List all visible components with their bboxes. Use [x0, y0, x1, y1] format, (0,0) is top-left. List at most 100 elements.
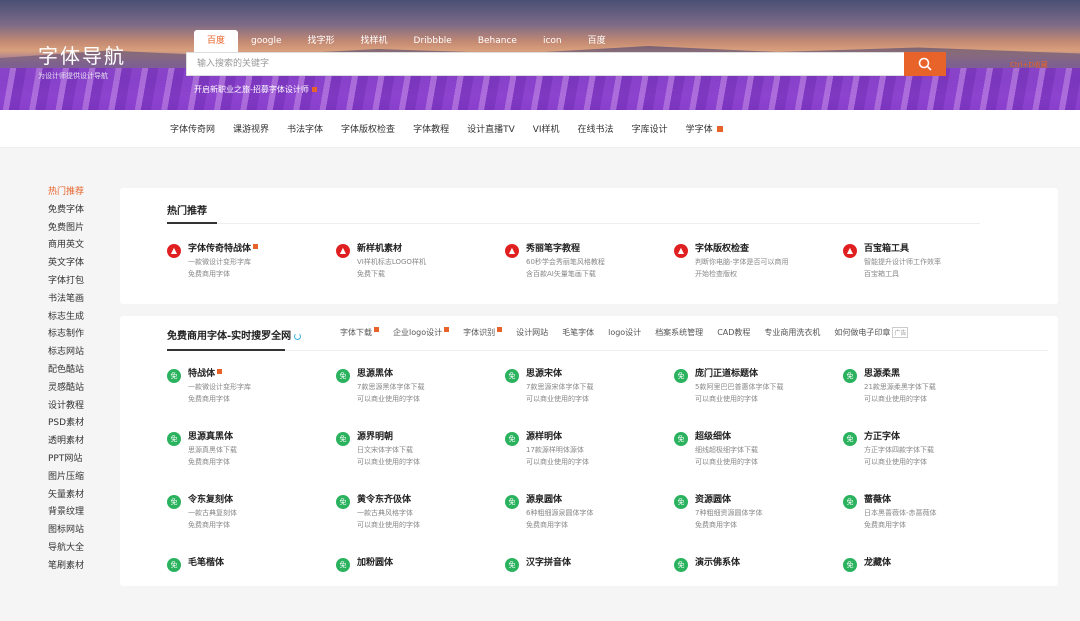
sidebar-item[interactable]: 导航大全: [48, 540, 108, 558]
hot-item[interactable]: ▲ 新样机素材 VI样机标志LOGO样机 免费下载: [336, 244, 505, 279]
search-input[interactable]: 输入搜索的关键字: [186, 52, 906, 76]
hot-item[interactable]: ▲ 百宝箱工具 智能提升设计师工作效率 百宝箱工具: [843, 244, 1012, 279]
font-name-text: 思源黑体: [357, 369, 394, 379]
sidebar-item[interactable]: 标志制作: [48, 326, 108, 344]
nav-item[interactable]: VI样机: [533, 122, 560, 135]
font-item[interactable]: 免演示佛系体: [674, 558, 843, 621]
sidebar-item[interactable]: 标志网站: [48, 344, 108, 362]
nav-item[interactable]: 课游视界: [233, 122, 269, 135]
search-button[interactable]: [904, 52, 946, 76]
hot-badge-icon: [253, 244, 259, 249]
search-tab-find-mockup[interactable]: 找样机: [348, 30, 401, 52]
top-nav: 字体传奇网 课游视界 书法字体 字体版权检查 字体教程 设计直播TV VI样机 …: [0, 110, 1080, 148]
item-desc: 60秒学会秀丽笔风格教程: [526, 258, 605, 266]
font-name-text: 源样明体: [526, 432, 563, 442]
sidebar-item[interactable]: PPT网站: [48, 451, 108, 469]
sidebar-item[interactable]: 免费字体: [48, 202, 108, 220]
free-tab[interactable]: 字体识别: [463, 327, 503, 338]
search-tab-find-font[interactable]: 找字形: [295, 30, 348, 52]
nav-item[interactable]: 设计直播TV: [467, 122, 515, 135]
free-tab[interactable]: 毛笔字体: [562, 327, 594, 338]
site-logo[interactable]: 字体导航 为设计师提供设计导航: [38, 40, 126, 81]
sidebar-item[interactable]: 免费图片: [48, 220, 108, 238]
sidebar-item[interactable]: 商用英文: [48, 237, 108, 255]
free-tab[interactable]: 专业商用洗衣机: [764, 327, 820, 338]
font-item[interactable]: 免源泉圆体 6种粗细源泉圆体字体 免费商用字体: [505, 495, 674, 558]
search-tab-behance[interactable]: Behance: [465, 30, 530, 52]
nav-item[interactable]: 字体教程: [413, 122, 449, 135]
font-item[interactable]: 免思源真黑体 思源真黑体下载 免费商用字体: [167, 432, 336, 495]
sidebar-item[interactable]: 矢量素材: [48, 487, 108, 505]
sidebar-item[interactable]: 书法笔画: [48, 291, 108, 309]
hot-item[interactable]: ▲ 字体版权检查 判断你电脑-字体是否可以商用 开始检查版权: [674, 244, 843, 279]
font-item[interactable]: 免黄令东齐伋体 一款古典风格字体 可以商业使用的字体: [336, 495, 505, 558]
free-icon: 免: [843, 369, 857, 383]
font-item[interactable]: 免加粉圆体: [336, 558, 505, 621]
nav-item[interactable]: 字库设计: [632, 122, 668, 135]
font-item[interactable]: 免思源黑体 7款思源黑体字体下载 可以商业使用的字体: [336, 369, 505, 432]
free-tab[interactable]: CAD教程: [717, 327, 750, 338]
font-item[interactable]: 免令东复刻体 一款古典复刻体 免费商用字体: [167, 495, 336, 558]
divider: [217, 223, 980, 224]
nav-item[interactable]: 书法字体: [287, 122, 323, 135]
font-item[interactable]: 免庞门正道标题体 5款阿里巴巴普惠体字体下载 可以商业使用的字体: [674, 369, 843, 432]
font-item[interactable]: 免龙藏体: [843, 558, 1012, 621]
item-desc: 智能提升设计师工作效率: [864, 258, 941, 266]
search-tab-google[interactable]: google: [238, 30, 294, 52]
hot-item[interactable]: ▲ 秀丽笔字教程 60秒学会秀丽笔风格教程 含百款AI矢量笔画下载: [505, 244, 674, 279]
sidebar-item[interactable]: 背景纹理: [48, 504, 108, 522]
sidebar-item[interactable]: 图片压缩: [48, 469, 108, 487]
ad-badge: 广告: [892, 327, 909, 338]
font-item[interactable]: 免汉字拼音体: [505, 558, 674, 621]
font-name: 毛笔楷体: [188, 558, 224, 569]
free-tab[interactable]: 字体下载: [340, 327, 379, 338]
sidebar-item-hot[interactable]: 热门推荐: [48, 184, 108, 202]
sidebar-item[interactable]: 配色酷站: [48, 362, 108, 380]
font-name: 庞门正道标题体: [695, 369, 783, 380]
sidebar-item[interactable]: 透明素材: [48, 433, 108, 451]
free-tab[interactable]: logo设计: [608, 327, 641, 338]
hot-item[interactable]: ▲ 字体传奇特战体 一款微设计变形字库 免费商用字体: [167, 244, 336, 279]
font-item[interactable]: 免源界明朝 日文宋体字体下载 可以商业使用的字体: [336, 432, 505, 495]
font-item[interactable]: 免资源圆体 7种粗细资源圆体字体 免费商用字体: [674, 495, 843, 558]
free-tab[interactable]: 设计网站: [516, 327, 548, 338]
sidebar-item[interactable]: 英文字体: [48, 255, 108, 273]
promo-link[interactable]: 开启新职业之旅-招募字体设计师: [194, 84, 317, 95]
sidebar-item[interactable]: PSD素材: [48, 415, 108, 433]
search-tab-icon[interactable]: icon: [530, 30, 575, 52]
refresh-icon[interactable]: [294, 332, 302, 340]
free-tab[interactable]: 如何做电子印章 广告: [834, 327, 909, 338]
item-desc: 判断你电脑-字体是否可以商用: [695, 258, 789, 266]
font-item[interactable]: 免特战体 一款微设计变形字库 免费商用字体: [167, 369, 336, 432]
font-item[interactable]: 免源样明体 17款源样明体源体 可以商业使用的字体: [505, 432, 674, 495]
sidebar-item[interactable]: 设计教程: [48, 398, 108, 416]
free-tab[interactable]: 档案系统管理: [655, 327, 703, 338]
sidebar-item[interactable]: 笔刷素材: [48, 558, 108, 576]
nav-item[interactable]: 字体传奇网: [170, 122, 215, 135]
font-item[interactable]: 免超级细体 细线超极细字体下载 可以商业使用的字体: [674, 432, 843, 495]
font-item[interactable]: 免毛笔楷体: [167, 558, 336, 621]
font-item[interactable]: 免思源宋体 7款思源宋体字体下载 可以商业使用的字体: [505, 369, 674, 432]
nav-item[interactable]: 字体版权检查: [341, 122, 395, 135]
font-desc: 21款思源柔黑字体下载: [864, 383, 936, 391]
free-icon: 免: [674, 495, 688, 509]
search-tab-dribbble[interactable]: Dribbble: [401, 30, 465, 52]
nav-item[interactable]: 学字体: [686, 122, 713, 135]
search-tab-baidu[interactable]: 百度: [194, 30, 239, 52]
free-icon: 免: [674, 558, 688, 572]
sidebar-item[interactable]: 灵感酷站: [48, 380, 108, 398]
font-item[interactable]: 免蔷薇体 日本黑蔷薇体-赤蔷薇体 免费商用字体: [843, 495, 1012, 558]
free-tab[interactable]: 企业logo设计: [393, 327, 450, 338]
free-icon: 免: [336, 495, 350, 509]
font-item[interactable]: 免方正字体 方正字体四款字体下载 可以商业使用的字体: [843, 432, 1012, 495]
sidebar-item[interactable]: 标志生成: [48, 309, 108, 327]
hot-badge-icon: [311, 87, 317, 92]
free-icon: 免: [843, 558, 857, 572]
search-engine-tabs: 百度 google 找字形 找样机 Dribbble Behance icon …: [194, 30, 619, 52]
font-item[interactable]: 免思源柔黑 21款思源柔黑字体下载 可以商业使用的字体: [843, 369, 1012, 432]
sidebar-item[interactable]: 字体打包: [48, 273, 108, 291]
nav-item[interactable]: 在线书法: [578, 122, 614, 135]
sidebar-item[interactable]: 图标网站: [48, 522, 108, 540]
bookmark-hint[interactable]: Ctrl+D收藏: [1010, 60, 1048, 70]
search-tab-baidu-2[interactable]: 百度: [575, 30, 619, 52]
